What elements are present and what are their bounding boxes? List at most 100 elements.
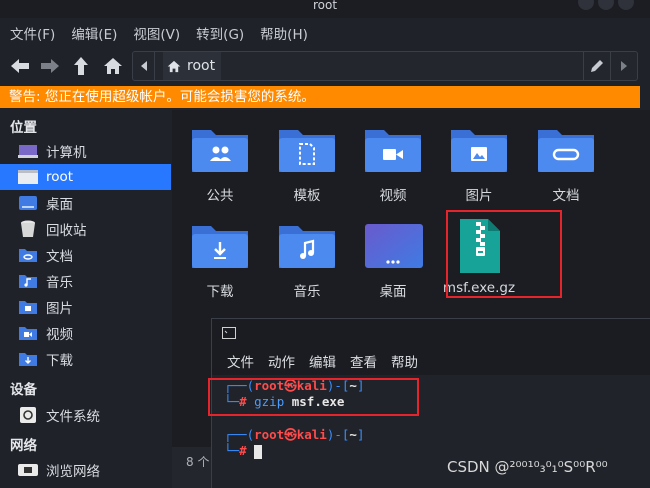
sidebar-item-desktop[interactable]: 桌面 [0,190,171,216]
computer-icon [18,143,38,159]
terminal-menu-view[interactable]: 查看 [350,351,377,371]
menu-help[interactable]: 帮助(H) [260,23,308,43]
sidebar-item-label: root [46,169,74,185]
pencil-icon [591,60,603,72]
terminal-highlight-box [208,378,419,416]
downloads-folder-icon [192,226,248,268]
file-item-label: 视频 [379,188,407,204]
pictures-folder-icon [451,130,507,172]
sidebar-section-network: 网络 [10,438,37,454]
edit-path-button[interactable] [583,52,611,80]
up-button[interactable] [68,54,94,78]
terminal-menu-file[interactable]: 文件 [227,351,254,371]
network-icon [18,462,38,478]
sidebar-item-label: 桌面 [46,197,73,213]
file-item-label: 文档 [552,188,580,204]
drive-icon [18,407,38,423]
pictures-icon [18,299,38,315]
menu-view[interactable]: 视图(V) [133,23,180,43]
sidebar-item-label: 浏览网络 [46,464,100,480]
back-button[interactable] [7,54,33,78]
videos-icon [18,325,38,341]
trash-icon [18,220,38,237]
sidebar-item-label: 下载 [46,353,73,369]
file-item-downloads[interactable]: 下载 [177,222,263,300]
root-warning-banner: 警告: 您正在使用超级帐户。可能会损害您的系统。 [0,86,640,108]
file-item-public[interactable]: 公共 [177,126,263,204]
desktop-icon [18,195,38,211]
menu-bar: 文件(F) 编辑(E) 视图(V) 转到(G) 帮助(H) [0,18,650,48]
sidebar-item-computer[interactable]: 计算机 [0,138,171,164]
file-item-label: 图片 [465,188,493,204]
terminal-menu-bar: 文件 动作 编辑 查看 帮助 [212,347,650,375]
status-bar: 8 个 [172,447,212,488]
file-item-documents[interactable]: 文档 [523,126,609,204]
downloads-icon [18,351,38,367]
home-icon [104,58,122,74]
sidebar-item-pictures[interactable]: 图片 [0,294,171,320]
sidebar-section-places: 位置 [10,120,37,136]
music-folder-icon [279,226,335,268]
sidebar-section-devices: 设备 [10,382,37,398]
sidebar-item-trash[interactable]: 回收站 [0,216,171,242]
chevron-left-icon [140,61,147,71]
command-line-2: └─# [224,443,263,459]
forward-button[interactable] [37,54,63,78]
sidebar-item-label: 图片 [46,301,73,317]
sidebar-item-videos[interactable]: 视频 [0,320,171,346]
public-folder-icon [192,130,248,172]
sidebar-item-root[interactable]: root [0,164,171,190]
sidebar-item-music[interactable]: 音乐 [0,268,171,294]
menu-edit[interactable]: 编辑(E) [71,23,117,43]
terminal-cursor [254,444,263,459]
terminal-menu-actions[interactable]: 动作 [268,351,295,371]
path-scroll-left[interactable] [133,52,155,80]
file-item-label: 音乐 [293,284,321,300]
music-icon [18,273,38,289]
file-item-label: 桌面 [379,284,407,300]
sidebar: 位置 计算机 root 桌面 回收站 文档 音乐 图片 视频 下载 设备 文件系… [0,110,171,488]
home-icon [167,60,181,72]
file-item-label: 下载 [206,284,234,300]
file-item-templates[interactable]: 模板 [264,126,350,204]
sidebar-item-label: 计算机 [46,145,87,161]
sidebar-item-label: 回收站 [46,223,87,239]
desktop-folder-icon [365,224,423,268]
sidebar-item-filesystem[interactable]: 文件系统 [0,402,171,428]
highlight-box [446,210,562,298]
home-button[interactable] [100,54,126,78]
sidebar-item-documents[interactable]: 文档 [0,242,171,268]
file-item-videos[interactable]: 视频 [350,126,436,204]
file-item-pictures[interactable]: 图片 [436,126,522,204]
path-crumb-root[interactable]: root [163,52,221,80]
file-item-desktop[interactable]: 桌面 [350,222,436,300]
title-bar: root [0,0,650,18]
prompt-line-2: ┌──(root㉿kali)-[~] [224,427,365,442]
terminal-titlebar [212,319,650,347]
videos-folder-icon [365,130,421,172]
path-scroll-right[interactable] [611,52,637,80]
arrow-left-icon [11,59,29,73]
documents-icon [18,247,38,263]
documents-folder-icon [538,130,594,172]
path-crumb-label: root [187,58,216,74]
path-bar: root [132,51,638,81]
chevron-right-icon [621,61,627,71]
sidebar-item-browse-network[interactable]: 浏览网络 [0,457,171,483]
terminal-menu-help[interactable]: 帮助 [391,351,418,371]
terminal-menu-edit[interactable]: 编辑 [309,351,336,371]
window-title: root [312,0,338,12]
sidebar-item-label: 文档 [46,249,73,265]
arrow-up-icon [74,57,88,75]
menu-file[interactable]: 文件(F) [10,23,55,43]
arrow-right-icon [41,59,59,73]
templates-folder-icon [279,130,335,172]
menu-go[interactable]: 转到(G) [196,23,244,43]
terminal-icon [222,327,236,339]
file-item-label: 模板 [293,188,321,204]
file-item-music[interactable]: 音乐 [264,222,350,300]
watermark: CSDN @²⁰⁰¹⁰₃⁰₁⁰S⁰⁰R⁰⁰ [447,458,608,476]
sidebar-item-downloads[interactable]: 下载 [0,346,171,372]
home-folder-icon [18,169,38,185]
sidebar-item-label: 音乐 [46,275,73,291]
